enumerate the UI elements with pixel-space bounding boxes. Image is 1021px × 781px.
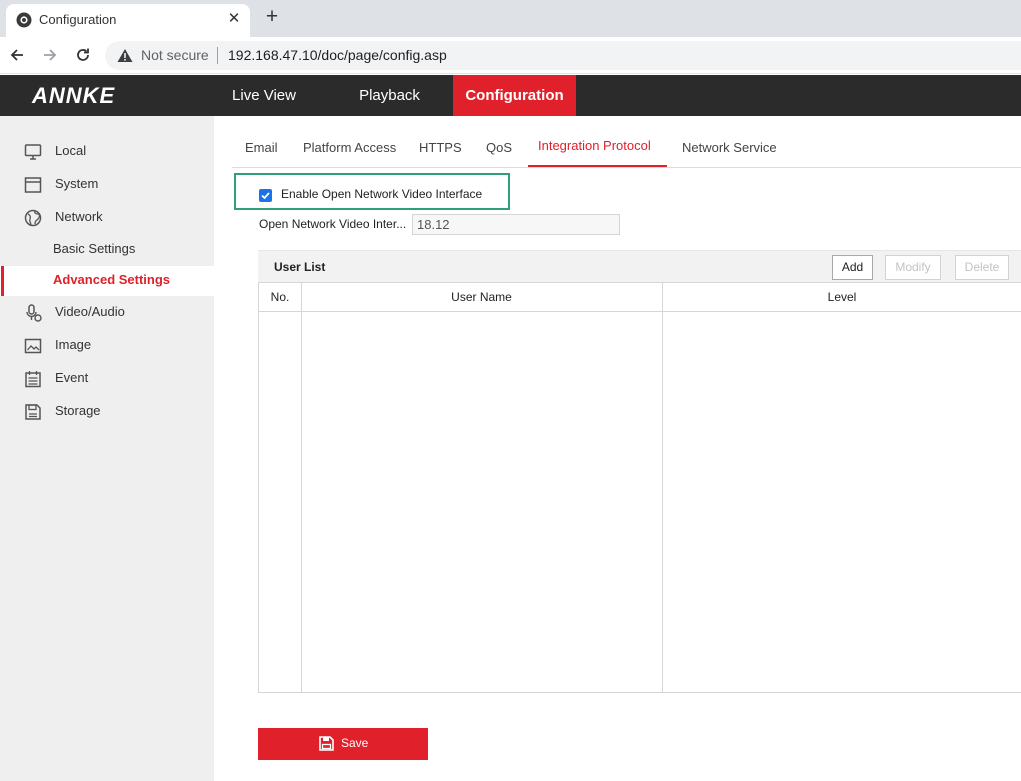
sidebar-item-video-audio[interactable]: Video/Audio	[0, 298, 214, 328]
column-divider	[662, 283, 663, 692]
app-header: ANNKE Live View Playback Configuration	[0, 75, 1021, 116]
tab-platform-access[interactable]: Platform Access	[303, 140, 396, 155]
sidebar-item-image[interactable]: Image	[0, 331, 214, 361]
sidebar-label: Image	[55, 337, 92, 352]
save-label: Save	[341, 736, 369, 750]
sidebar-item-event[interactable]: Event	[0, 364, 214, 394]
user-list-table: No. User Name Level	[258, 282, 1021, 693]
browser-tab[interactable]: Configuration ✕	[6, 4, 250, 37]
reload-icon	[77, 48, 89, 61]
not-secure-label: Not secure	[141, 47, 209, 63]
sidebar-label: Video/Audio	[55, 304, 125, 319]
tab-email[interactable]: Email	[245, 140, 278, 155]
camera-favicon-icon	[16, 12, 32, 28]
sidebar-item-basic-settings[interactable]: Basic Settings	[0, 235, 214, 265]
enable-onvif-checkbox[interactable]	[259, 189, 272, 202]
sidebar-item-local[interactable]: Local	[0, 137, 214, 167]
column-divider	[301, 283, 302, 692]
sidebar: Local System Network Basic Settings Adva…	[0, 116, 214, 781]
reload-button[interactable]	[72, 44, 94, 66]
config-subtabs: Email Platform Access HTTPS QoS Integrat…	[232, 128, 1021, 168]
user-list-header: User List Add Modify Delete	[258, 250, 1021, 282]
delete-user-button[interactable]: Delete	[955, 255, 1009, 280]
column-header-user-name: User Name	[301, 283, 662, 312]
arrow-right-icon	[44, 49, 57, 61]
window-icon	[24, 177, 42, 193]
tab-title: Configuration	[39, 12, 117, 27]
save-disk-icon	[319, 736, 334, 751]
back-button[interactable]	[6, 44, 28, 66]
sidebar-label: Event	[55, 370, 89, 385]
onvif-version-field: 18.12	[412, 214, 620, 235]
arrow-left-icon	[10, 49, 23, 61]
add-user-button[interactable]: Add	[832, 255, 873, 280]
sidebar-item-system[interactable]: System	[0, 170, 214, 200]
omnibox-divider	[217, 47, 218, 64]
nav-live-view[interactable]: Live View	[212, 75, 316, 116]
url-text[interactable]: 192.168.47.10/doc/page/config.asp	[228, 47, 447, 63]
tab-integration-protocol[interactable]: Integration Protocol	[538, 138, 651, 153]
calendar-icon	[25, 371, 41, 388]
sidebar-label: Network	[55, 209, 103, 224]
modify-user-button[interactable]: Modify	[885, 255, 941, 280]
tab-close-icon[interactable]: ✕	[225, 9, 243, 27]
new-tab-icon[interactable]: +	[262, 5, 282, 29]
globe-icon	[24, 209, 42, 227]
nav-playback[interactable]: Playback	[339, 75, 440, 116]
tab-https[interactable]: HTTPS	[419, 140, 462, 155]
monitor-icon	[24, 144, 42, 160]
sidebar-label: Advanced Settings	[53, 272, 171, 287]
column-header-no: No.	[259, 283, 301, 312]
sidebar-item-advanced-settings[interactable]: Advanced Settings	[0, 266, 214, 296]
enable-onvif-label[interactable]: Enable Open Network Video Interface	[281, 187, 482, 201]
sidebar-label: Storage	[55, 403, 101, 418]
onvif-version-label: Open Network Video Inter...	[259, 217, 407, 231]
active-tab-underline	[528, 165, 667, 167]
nav-configuration[interactable]: Configuration	[453, 75, 576, 116]
annke-logo: ANNKE	[32, 83, 116, 108]
sidebar-item-storage[interactable]: Storage	[0, 397, 214, 427]
checkmark-icon	[261, 192, 270, 200]
address-bar[interactable]: Not secure 192.168.47.10/doc/page/config…	[105, 41, 1021, 70]
sidebar-label: System	[55, 176, 99, 191]
enable-onvif-highlight: Enable Open Network Video Interface	[234, 173, 510, 210]
browser-tabstrip: Configuration ✕ +	[0, 0, 1021, 37]
browser-toolbar: Not secure 192.168.47.10/doc/page/config…	[0, 37, 1021, 74]
microphone-icon	[26, 304, 42, 322]
sidebar-label: Basic Settings	[53, 241, 136, 256]
user-list-title: User List	[274, 260, 326, 274]
sidebar-item-network[interactable]: Network	[0, 203, 214, 233]
tab-qos[interactable]: QoS	[486, 140, 512, 155]
save-disk-icon	[25, 404, 41, 420]
column-header-level: Level	[662, 283, 1021, 312]
warning-icon	[117, 49, 133, 62]
forward-button[interactable]	[39, 44, 61, 66]
sidebar-label: Local	[55, 143, 87, 158]
save-button[interactable]: Save	[258, 728, 428, 760]
tab-network-service[interactable]: Network Service	[682, 140, 777, 155]
image-icon	[24, 338, 42, 354]
